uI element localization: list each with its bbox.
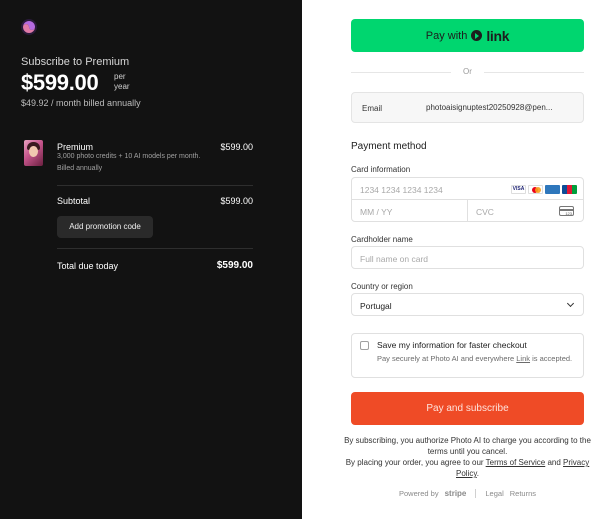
link-arrow-icon	[471, 30, 483, 41]
item-name: Premium	[57, 142, 94, 152]
payment-method-title: Payment method	[351, 141, 427, 152]
cardholder-name-input[interactable]: Full name on card	[351, 246, 584, 269]
country-value: Portugal	[360, 301, 392, 311]
save-info-checkbox[interactable]	[360, 341, 369, 350]
save-info-title: Save my information for faster checkout	[377, 340, 527, 350]
pay-with-link-button[interactable]: Pay with link	[351, 19, 584, 52]
amex-icon	[545, 185, 560, 194]
footer: Powered by stripe Legal Returns	[351, 489, 584, 498]
email-field[interactable]: Email photoaisignuptest20250928@pen...	[351, 92, 584, 123]
item-price: $599.00	[220, 142, 253, 152]
email-label: Email	[362, 104, 383, 113]
save-desc-suffix: is accepted.	[530, 354, 573, 363]
chevron-down-icon	[566, 299, 575, 308]
terms-of-service-link[interactable]: Terms of Service	[486, 458, 546, 467]
save-info-box: Save my information for faster checkout …	[351, 333, 584, 378]
terms-end: .	[476, 469, 479, 478]
terms-line-1: By subscribing, you authorize Photo AI t…	[344, 436, 591, 456]
photo-ai-logo-icon	[21, 19, 37, 35]
stripe-logo[interactable]: stripe	[445, 489, 467, 498]
divider	[475, 489, 477, 498]
add-promotion-code-button[interactable]: Add promotion code	[57, 216, 153, 238]
divider	[57, 185, 253, 186]
card-number-input[interactable]: 1234 1234 1234 1234 VISA	[352, 178, 583, 200]
card-number-placeholder: 1234 1234 1234 1234	[360, 185, 443, 195]
legal-link[interactable]: Legal	[485, 489, 503, 498]
thumbnail-face	[29, 146, 38, 157]
cvc-placeholder: CVC	[476, 207, 494, 217]
or-label: Or	[463, 67, 472, 76]
total-value: $599.00	[216, 260, 253, 271]
divider	[57, 248, 253, 249]
pay-with-label: Pay with	[425, 29, 468, 42]
email-value: photoaisignuptest20250928@pen...	[426, 103, 553, 112]
cardholder-name-label: Cardholder name	[351, 235, 413, 244]
pay-and-subscribe-button[interactable]: Pay and subscribe	[351, 392, 584, 425]
terms-prefix: By placing your order, you agree to our	[345, 458, 486, 467]
card-information-label: Card information	[351, 165, 411, 174]
card-brand-icons: VISA	[511, 185, 577, 194]
monthly-price: $49.92 / month billed annually	[21, 98, 141, 108]
item-description: 3,000 photo credits + 10 AI models per m…	[57, 153, 201, 160]
per-label: per	[114, 72, 126, 81]
premium-thumbnail	[24, 140, 43, 166]
or-separator: Or	[351, 67, 584, 77]
item-billing: Billed annually	[57, 165, 103, 172]
order-summary-panel: Subscribe to Premium $599.00 per year $4…	[0, 0, 302, 519]
billing-period: per year	[114, 72, 144, 92]
mastercard-icon	[528, 185, 543, 194]
terms-and: and	[545, 458, 564, 467]
returns-link[interactable]: Returns	[510, 489, 536, 498]
save-desc-prefix: Pay securely at Photo AI and everywhere	[377, 354, 517, 363]
price: $599.00	[21, 70, 99, 95]
visa-icon: VISA	[511, 185, 526, 194]
cvc-card-icon	[559, 206, 574, 216]
expiry-placeholder: MM / YY	[360, 207, 393, 217]
terms-line-2: By placing your order, you agree to our …	[342, 457, 593, 479]
year-label: year	[114, 82, 130, 91]
subscribe-title: Subscribe to Premium	[21, 56, 130, 68]
country-select[interactable]: Portugal	[351, 293, 584, 316]
subtotal-value: $599.00	[220, 196, 253, 206]
subtotal-label: Subtotal	[57, 196, 91, 206]
expiry-input[interactable]: MM / YY	[352, 200, 468, 222]
save-info-description: Pay securely at Photo AI and everywhere …	[377, 353, 577, 364]
link-brand-label: link	[486, 27, 510, 44]
terms-text: By subscribing, you authorize Photo AI t…	[342, 435, 593, 479]
total-label: Total due today	[57, 261, 119, 271]
powered-by-label: Powered by	[398, 489, 439, 498]
cvc-input[interactable]: CVC	[468, 200, 583, 222]
cardholder-placeholder: Full name on card	[360, 254, 429, 264]
payment-form-panel: Pay with link Or Email photoaisignuptest…	[302, 0, 600, 519]
jcb-icon	[562, 185, 577, 194]
link-info-link[interactable]: Link	[516, 354, 530, 363]
country-label: Country or region	[351, 282, 413, 291]
card-information-group: 1234 1234 1234 1234 VISA MM / YY CVC	[351, 177, 584, 222]
